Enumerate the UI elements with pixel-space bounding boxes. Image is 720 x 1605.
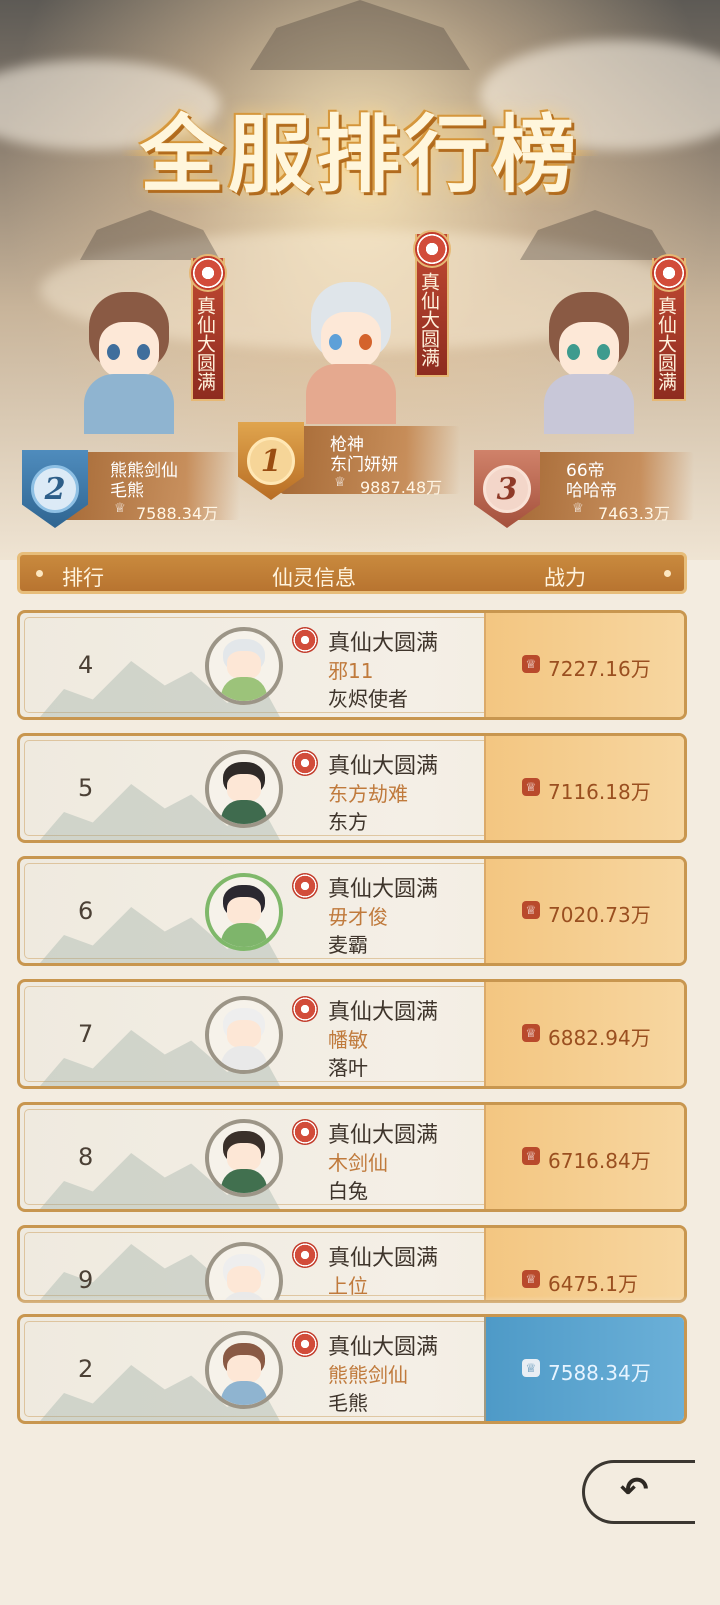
rose-icon: [413, 230, 451, 268]
cup-icon: ♕: [522, 1024, 540, 1042]
col-info: 仙灵信息: [272, 566, 356, 590]
avatar[interactable]: [205, 1331, 283, 1409]
avatar[interactable]: [205, 1119, 283, 1197]
power-value: 7227.16万: [548, 657, 651, 681]
guild-name: 落叶: [328, 1056, 368, 1080]
list-item[interactable]: 7 真仙大圆满 幡敏 落叶 ♕ 6882.94万: [17, 979, 687, 1089]
avatar[interactable]: [205, 627, 283, 705]
player-name: 东方劫难: [328, 782, 408, 806]
self-rank-row[interactable]: 2 真仙大圆满 熊熊剑仙 毛熊 ♕ 7588.34万: [17, 1314, 687, 1424]
guild-name: 毛熊: [328, 1391, 368, 1415]
player-name: 熊熊剑仙: [328, 1363, 408, 1387]
rank-number: 8: [78, 1143, 94, 1171]
rose-icon: [292, 873, 318, 899]
rank-number: 9: [78, 1266, 94, 1294]
guild-name: 东方: [328, 810, 368, 834]
cup-icon: ♕: [114, 501, 126, 516]
cup-icon: ♕: [572, 501, 584, 516]
rose-icon: [292, 1119, 318, 1145]
player-name: 毋才俊: [328, 905, 388, 929]
rank-number: 2: [78, 1355, 94, 1383]
cup-icon: ♕: [522, 901, 540, 919]
column-header: 排行 仙灵信息 战力: [17, 552, 687, 594]
realm-label: 真仙大圆满: [328, 1335, 439, 1360]
podium-plate: 枪神 东门妍妍 ♕ 9887.48万: [280, 426, 460, 497]
back-arrow-icon: ↶: [620, 1470, 649, 1510]
guild-name: 白兔: [328, 1179, 368, 1203]
avatar[interactable]: [205, 996, 283, 1074]
player-name: 上位: [328, 1274, 368, 1298]
guild-name: 灰烬使者: [328, 687, 408, 711]
power-cell: ♕ 6882.94万: [484, 982, 684, 1086]
player-name: 幡敏: [328, 1028, 368, 1052]
cup-icon: ♕: [522, 655, 540, 673]
col-power: 战力: [544, 566, 586, 590]
rose-icon: [292, 750, 318, 776]
power-cell: ♕ 6716.84万: [484, 1105, 684, 1209]
list-item[interactable]: 5 真仙大圆满 东方劫难 东方 ♕ 7116.18万: [17, 733, 687, 843]
rank-number: 7: [78, 1020, 94, 1048]
player-name: 木剑仙: [328, 1151, 388, 1175]
avatar[interactable]: [205, 873, 283, 951]
player-name: 邪11: [328, 659, 374, 683]
list-item[interactable]: 9 真仙大圆满 上位 ♕ 6475.1万: [17, 1225, 687, 1303]
rank-number: 5: [78, 774, 94, 802]
list-item[interactable]: 4 真仙大圆满 邪11 灰烬使者 ♕ 7227.16万: [17, 610, 687, 720]
rose-icon: [292, 1242, 318, 1268]
realm-label: 真仙大圆满: [328, 631, 439, 656]
cup-icon: ♕: [522, 1359, 540, 1377]
power-value: 6475.1万: [548, 1272, 638, 1296]
list-item[interactable]: 8 真仙大圆满 木剑仙 白兔 ♕ 6716.84万: [17, 1102, 687, 1212]
realm-banner: 真仙大圆满: [413, 230, 451, 377]
col-rank: 排行: [62, 566, 104, 590]
list-item[interactable]: 6 真仙大圆满 毋才俊 麦霸 ♕ 7020.73万: [17, 856, 687, 966]
rose-icon: [292, 1331, 318, 1357]
avatar[interactable]: [205, 1242, 283, 1300]
realm-banner: 真仙大圆满: [650, 254, 688, 401]
cup-icon: ♕: [522, 778, 540, 796]
cup-icon: ♕: [334, 475, 346, 490]
rank-number: 4: [78, 651, 94, 679]
rose-icon: [189, 254, 227, 292]
rose-icon: [292, 996, 318, 1022]
power-value: 7588.34万: [548, 1361, 651, 1385]
power-value: 7116.18万: [548, 780, 651, 804]
back-button[interactable]: ↶: [582, 1452, 695, 1524]
cup-icon: ♕: [522, 1270, 540, 1288]
rose-icon: [650, 254, 688, 292]
power-cell: ♕ 7227.16万: [484, 613, 684, 717]
avatar: [296, 282, 406, 432]
realm-label: 真仙大圆满: [328, 1246, 439, 1271]
rank-number: 6: [78, 897, 94, 925]
podium-plate: 66帝 哈哈帝 ♕ 7463.3万: [514, 452, 694, 523]
realm-label: 真仙大圆满: [328, 1000, 439, 1025]
power-value: 6716.84万: [548, 1149, 651, 1173]
realm-label: 真仙大圆满: [328, 754, 439, 779]
realm-label: 真仙大圆满: [328, 1123, 439, 1148]
realm-banner: 真仙大圆满: [189, 254, 227, 401]
power-cell: ♕ 7020.73万: [484, 859, 684, 963]
power-value: 7020.73万: [548, 903, 651, 927]
avatar: [74, 292, 184, 442]
guild-name: 麦霸: [328, 933, 368, 957]
avatar: [534, 292, 644, 442]
avatar[interactable]: [205, 750, 283, 828]
power-cell: ♕ 7116.18万: [484, 736, 684, 840]
power-cell: ♕ 6475.1万: [484, 1228, 684, 1300]
realm-label: 真仙大圆满: [328, 877, 439, 902]
page-title: 全服排行榜: [139, 105, 580, 204]
cup-icon: ♕: [522, 1147, 540, 1165]
power-cell: ♕ 7588.34万: [484, 1317, 684, 1421]
rose-icon: [292, 627, 318, 653]
power-value: 6882.94万: [548, 1026, 651, 1050]
